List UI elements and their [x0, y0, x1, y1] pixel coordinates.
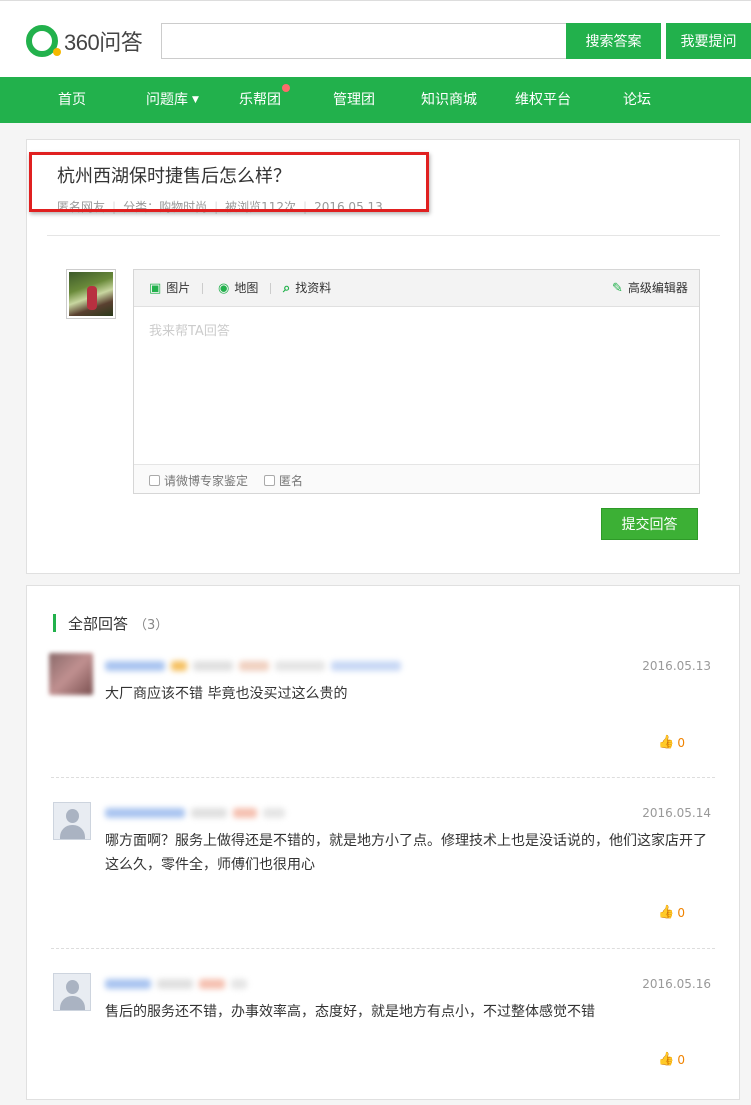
map-pin-icon: ◉: [218, 281, 230, 296]
editor-footer: 请微博专家鉴定 匿名: [134, 464, 699, 493]
nav-item-question-library[interactable]: 问题库 ▼: [146, 77, 199, 123]
thumbs-up-icon: 👍: [658, 735, 675, 750]
user-default-icon: [66, 980, 79, 994]
thumbs-up-icon: 👍: [658, 905, 675, 920]
avatar[interactable]: [53, 973, 91, 1011]
editor-toolbar: ▣ 图片 ◉ 地图 ⌕ 找资料 ✎ 高级编辑器: [134, 270, 699, 307]
tool-search-label: 找资料: [295, 281, 332, 295]
chevron-down-icon: ▼: [192, 95, 199, 105]
nav-item-knowledge-mall[interactable]: 知识商城: [421, 77, 477, 123]
tool-map-button[interactable]: ◉ 地图: [218, 270, 258, 307]
checkbox-icon: [149, 475, 160, 486]
answer-date: 2016.05.13: [642, 659, 711, 673]
checkbox-icon: [264, 475, 275, 486]
answer-divider: [51, 777, 715, 778]
tool-image-label: 图片: [166, 281, 191, 295]
answers-card: 全部回答 （3） 2016.05.13 大厂商应该不错 毕竟也没买过这么贵的 👍…: [26, 585, 740, 1100]
nav-item-lebangtuan[interactable]: 乐帮团: [239, 77, 281, 123]
main-nav: 首页 问题库 ▼ 乐帮团 管理团 知识商城 维权平台 论坛: [0, 77, 751, 123]
like-count: 0: [677, 1052, 685, 1067]
section-accent-bar: [53, 614, 56, 632]
answer-date: 2016.05.16: [642, 977, 711, 991]
avatar[interactable]: [53, 802, 91, 840]
anonymous-checkbox[interactable]: 匿名: [264, 472, 303, 489]
notification-dot: [282, 84, 290, 92]
site-logo[interactable]: 360问答: [26, 25, 143, 57]
advanced-editor-button[interactable]: ✎ 高级编辑器: [612, 270, 688, 307]
answer-date: 2016.05.14: [642, 806, 711, 820]
question-card: 杭州西湖保时捷售后怎么样？ 匿名网友 | 分类：购物时尚 | 被浏览112次 | 2016.…: [26, 139, 740, 574]
like-count: 0: [677, 735, 685, 750]
thumbs-up-icon: 👍: [658, 1052, 675, 1067]
advanced-editor-label: 高级编辑器: [627, 281, 688, 295]
nav-item-label: 问题库: [146, 92, 188, 108]
answer-editor: ▣ 图片 ◉ 地图 ⌕ 找资料 ✎ 高级编辑器 我来帮TA回答 请微博专家鉴定 匿名: [133, 269, 700, 494]
expert-review-label: 请微博专家鉴定: [164, 474, 249, 488]
like-count: 0: [677, 905, 685, 920]
logo-text: 360问答: [64, 30, 143, 55]
answer-text: 售后的服务还不错，办事效率高，态度好，就是地方有点小，不过整体感觉不错: [105, 1004, 595, 1020]
ask-question-button[interactable]: 我要提问: [666, 23, 751, 59]
logo-ring-icon: [26, 25, 61, 57]
like-button[interactable]: 👍 0: [658, 735, 685, 750]
user-default-icon: [66, 809, 79, 823]
submit-answer-button[interactable]: 提交回答: [601, 508, 698, 540]
answerer-name-blurred[interactable]: [105, 976, 247, 992]
nav-item-label: 乐帮团: [239, 92, 281, 108]
answers-count: （3）: [134, 617, 169, 633]
divider: [47, 235, 720, 236]
edit-icon: ✎: [612, 281, 623, 296]
tool-image-button[interactable]: ▣ 图片: [149, 270, 190, 307]
nav-item-home[interactable]: 首页: [58, 77, 86, 123]
answerer-name-blurred[interactable]: [105, 658, 401, 674]
answer-divider: [51, 948, 715, 949]
answerer-name-blurred[interactable]: [105, 805, 285, 821]
search-answers-button[interactable]: 搜索答案: [566, 23, 661, 59]
nav-item-forum[interactable]: 论坛: [623, 77, 651, 123]
search-icon: ⌕: [283, 281, 291, 296]
nav-item-management[interactable]: 管理团: [333, 77, 375, 123]
image-icon: ▣: [149, 281, 162, 296]
anonymous-label: 匿名: [279, 474, 304, 488]
top-header: 360问答 搜索答案 我要提问: [0, 0, 751, 77]
answers-header: 全部回答 （3）: [53, 613, 168, 633]
like-button[interactable]: 👍 0: [658, 1052, 685, 1067]
avatar[interactable]: [49, 653, 93, 695]
tool-search-button[interactable]: ⌕ 找资料: [283, 270, 331, 307]
search-input[interactable]: [161, 23, 567, 59]
expert-review-checkbox[interactable]: 请微博专家鉴定: [149, 472, 248, 489]
tool-map-label: 地图: [234, 281, 259, 295]
answer-text: 大厂商应该不错 毕竟也没买过这么贵的: [105, 686, 348, 702]
answer-textarea-placeholder[interactable]: 我来帮TA回答: [149, 320, 230, 339]
like-button[interactable]: 👍 0: [658, 905, 685, 920]
avatar: [66, 269, 116, 319]
nav-item-rights-platform[interactable]: 维权平台: [515, 77, 571, 123]
highlight-box: [29, 152, 429, 212]
answers-title: 全部回答: [68, 614, 129, 633]
answer-text: 哪方面啊？服务上做得还是不错的，就是地方小了点。修理技术上也是没话说的，他们这家…: [105, 833, 707, 873]
